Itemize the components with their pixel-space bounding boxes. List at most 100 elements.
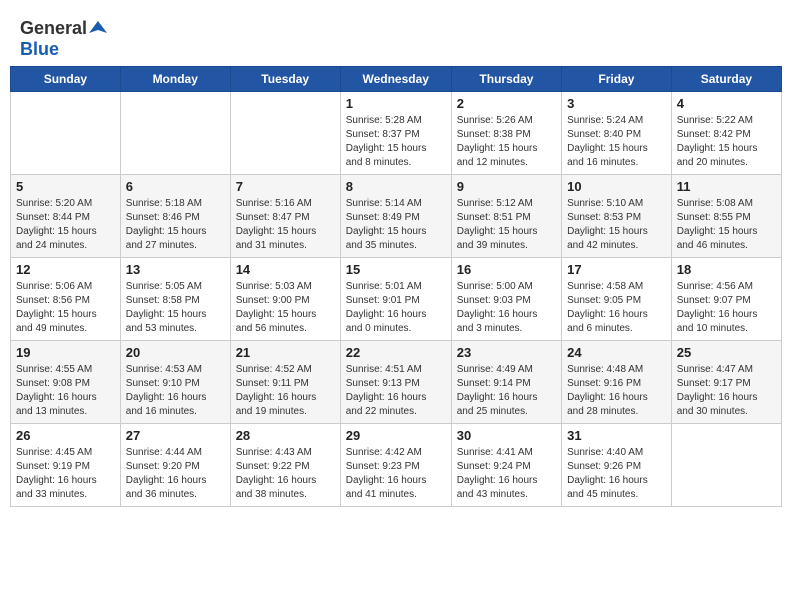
calendar-cell: 3 Sunrise: 5:24 AMSunset: 8:40 PMDaylight…	[562, 92, 672, 175]
calendar-cell: 31Sunrise: 4:40 AMSunset: 9:26 PMDayligh…	[562, 424, 672, 507]
calendar-cell: 30 Sunrise: 4:41 AMSunset: 9:24 PMDayligh…	[451, 424, 561, 507]
calendar-cell: 13 Sunrise: 5:05 AMSunset: 8:58 PMDayligh…	[120, 258, 230, 341]
day-number: 8	[346, 179, 446, 194]
calendar-cell: 12 Sunrise: 5:06 AMSunset: 8:56 PMDayligh…	[11, 258, 121, 341]
day-number: 3	[567, 96, 666, 111]
day-sun-info: Sunrise: 5:12 AMSunset: 8:51 PMDaylight:…	[457, 197, 556, 253]
day-number: 14	[236, 262, 335, 277]
calendar-cell	[671, 424, 781, 507]
day-sun-info: Sunrise: 5:18 AMSunset: 8:46 PMDaylight:…	[126, 197, 225, 253]
day-number: 9	[457, 179, 556, 194]
calendar-cell	[120, 92, 230, 175]
day-of-week-header: Monday	[120, 67, 230, 92]
calendar-cell: 8Sunrise: 5:14 AMSunset: 8:49 PMDaylight…	[340, 175, 451, 258]
day-number: 24	[567, 345, 666, 360]
day-number: 2	[457, 96, 556, 111]
day-number: 29	[346, 428, 446, 443]
day-sun-info: Sunrise: 5:08 AMSunset: 8:55 PMDaylight:…	[677, 197, 776, 253]
day-number: 22	[346, 345, 446, 360]
day-sun-info: Sunrise: 4:44 AMSunset: 9:20 PMDaylight:…	[126, 446, 225, 502]
calendar-cell: 9 Sunrise: 5:12 AMSunset: 8:51 PMDaylight…	[451, 175, 561, 258]
calendar-cell: 27 Sunrise: 4:44 AMSunset: 9:20 PMDayligh…	[120, 424, 230, 507]
day-sun-info: Sunrise: 5:01 AMSunset: 9:01 PMDaylight:…	[346, 280, 446, 336]
calendar-table: SundayMondayTuesdayWednesdayThursdayFrid…	[10, 66, 782, 507]
calendar-cell: 15 Sunrise: 5:01 AMSunset: 9:01 PMDayligh…	[340, 258, 451, 341]
calendar-cell: 26 Sunrise: 4:45 AMSunset: 9:19 PMDayligh…	[11, 424, 121, 507]
logo-general-text: General	[20, 18, 87, 39]
day-number: 27	[126, 428, 225, 443]
day-of-week-header: Thursday	[451, 67, 561, 92]
day-number: 12	[16, 262, 115, 277]
calendar-cell: 2 Sunrise: 5:26 AMSunset: 8:38 PMDaylight…	[451, 92, 561, 175]
calendar-cell: 4 Sunrise: 5:22 AMSunset: 8:42 PMDaylight…	[671, 92, 781, 175]
day-sun-info: Sunrise: 4:47 AMSunset: 9:17 PMDaylight:…	[677, 363, 776, 419]
calendar-cell: 11 Sunrise: 5:08 AMSunset: 8:55 PMDayligh…	[671, 175, 781, 258]
day-number: 30	[457, 428, 556, 443]
logo-bird-icon	[89, 19, 107, 37]
day-sun-info: Sunrise: 4:56 AMSunset: 9:07 PMDaylight:…	[677, 280, 776, 336]
calendar-cell	[230, 92, 340, 175]
calendar-week-row: 5Sunrise: 5:20 AMSunset: 8:44 PMDaylight…	[11, 175, 782, 258]
day-sun-info: Sunrise: 4:48 AMSunset: 9:16 PMDaylight:…	[567, 363, 666, 419]
day-number: 5	[16, 179, 115, 194]
calendar-cell: 29 Sunrise: 4:42 AMSunset: 9:23 PMDayligh…	[340, 424, 451, 507]
day-number: 6	[126, 179, 225, 194]
calendar-cell: 1Sunrise: 5:28 AMSunset: 8:37 PMDaylight…	[340, 92, 451, 175]
calendar-cell: 14 Sunrise: 5:03 AMSunset: 9:00 PMDayligh…	[230, 258, 340, 341]
calendar-cell: 16Sunrise: 5:00 AMSunset: 9:03 PMDayligh…	[451, 258, 561, 341]
day-number: 10	[567, 179, 666, 194]
day-sun-info: Sunrise: 4:55 AMSunset: 9:08 PMDaylight:…	[16, 363, 115, 419]
day-sun-info: Sunrise: 4:42 AMSunset: 9:23 PMDaylight:…	[346, 446, 446, 502]
calendar-cell: 22 Sunrise: 4:51 AMSunset: 9:13 PMDayligh…	[340, 341, 451, 424]
calendar-week-row: 1Sunrise: 5:28 AMSunset: 8:37 PMDaylight…	[11, 92, 782, 175]
day-number: 26	[16, 428, 115, 443]
day-sun-info: Sunrise: 4:52 AMSunset: 9:11 PMDaylight:…	[236, 363, 335, 419]
day-number: 19	[16, 345, 115, 360]
day-number: 15	[346, 262, 446, 277]
day-sun-info: Sunrise: 5:16 AMSunset: 8:47 PMDaylight:…	[236, 197, 335, 253]
day-sun-info: Sunrise: 5:10 AMSunset: 8:53 PMDaylight:…	[567, 197, 666, 253]
day-number: 13	[126, 262, 225, 277]
day-number: 11	[677, 179, 776, 194]
day-sun-info: Sunrise: 4:45 AMSunset: 9:19 PMDaylight:…	[16, 446, 115, 502]
day-of-week-header: Sunday	[11, 67, 121, 92]
day-sun-info: Sunrise: 5:05 AMSunset: 8:58 PMDaylight:…	[126, 280, 225, 336]
day-sun-info: Sunrise: 5:26 AMSunset: 8:38 PMDaylight:…	[457, 114, 556, 170]
calendar-cell: 19 Sunrise: 4:55 AMSunset: 9:08 PMDayligh…	[11, 341, 121, 424]
day-number: 28	[236, 428, 335, 443]
day-sun-info: Sunrise: 4:51 AMSunset: 9:13 PMDaylight:…	[346, 363, 446, 419]
day-sun-info: Sunrise: 5:28 AMSunset: 8:37 PMDaylight:…	[346, 114, 446, 170]
calendar-cell	[11, 92, 121, 175]
day-of-week-header: Friday	[562, 67, 672, 92]
day-number: 16	[457, 262, 556, 277]
day-sun-info: Sunrise: 4:58 AMSunset: 9:05 PMDaylight:…	[567, 280, 666, 336]
day-sun-info: Sunrise: 5:22 AMSunset: 8:42 PMDaylight:…	[677, 114, 776, 170]
calendar-cell: 5Sunrise: 5:20 AMSunset: 8:44 PMDaylight…	[11, 175, 121, 258]
calendar-week-row: 19 Sunrise: 4:55 AMSunset: 9:08 PMDayligh…	[11, 341, 782, 424]
calendar-cell: 23Sunrise: 4:49 AMSunset: 9:14 PMDayligh…	[451, 341, 561, 424]
day-sun-info: Sunrise: 4:41 AMSunset: 9:24 PMDaylight:…	[457, 446, 556, 502]
day-sun-info: Sunrise: 5:24 AMSunset: 8:40 PMDaylight:…	[567, 114, 666, 170]
day-of-week-header: Saturday	[671, 67, 781, 92]
logo: General Blue	[20, 18, 107, 60]
calendar-cell: 6 Sunrise: 5:18 AMSunset: 8:46 PMDaylight…	[120, 175, 230, 258]
day-sun-info: Sunrise: 4:40 AMSunset: 9:26 PMDaylight:…	[567, 446, 666, 502]
calendar-cell: 20 Sunrise: 4:53 AMSunset: 9:10 PMDayligh…	[120, 341, 230, 424]
calendar-cell: 21 Sunrise: 4:52 AMSunset: 9:11 PMDayligh…	[230, 341, 340, 424]
day-sun-info: Sunrise: 5:03 AMSunset: 9:00 PMDaylight:…	[236, 280, 335, 336]
page-header: General Blue	[10, 10, 782, 66]
day-number: 21	[236, 345, 335, 360]
day-of-week-header: Tuesday	[230, 67, 340, 92]
day-number: 23	[457, 345, 556, 360]
day-of-week-header: Wednesday	[340, 67, 451, 92]
calendar-cell: 28 Sunrise: 4:43 AMSunset: 9:22 PMDayligh…	[230, 424, 340, 507]
calendar-cell: 10 Sunrise: 5:10 AMSunset: 8:53 PMDayligh…	[562, 175, 672, 258]
calendar-cell: 17Sunrise: 4:58 AMSunset: 9:05 PMDayligh…	[562, 258, 672, 341]
day-sun-info: Sunrise: 5:06 AMSunset: 8:56 PMDaylight:…	[16, 280, 115, 336]
day-number: 18	[677, 262, 776, 277]
day-sun-info: Sunrise: 4:43 AMSunset: 9:22 PMDaylight:…	[236, 446, 335, 502]
day-number: 20	[126, 345, 225, 360]
day-sun-info: Sunrise: 4:53 AMSunset: 9:10 PMDaylight:…	[126, 363, 225, 419]
calendar-week-row: 12 Sunrise: 5:06 AMSunset: 8:56 PMDayligh…	[11, 258, 782, 341]
day-number: 4	[677, 96, 776, 111]
